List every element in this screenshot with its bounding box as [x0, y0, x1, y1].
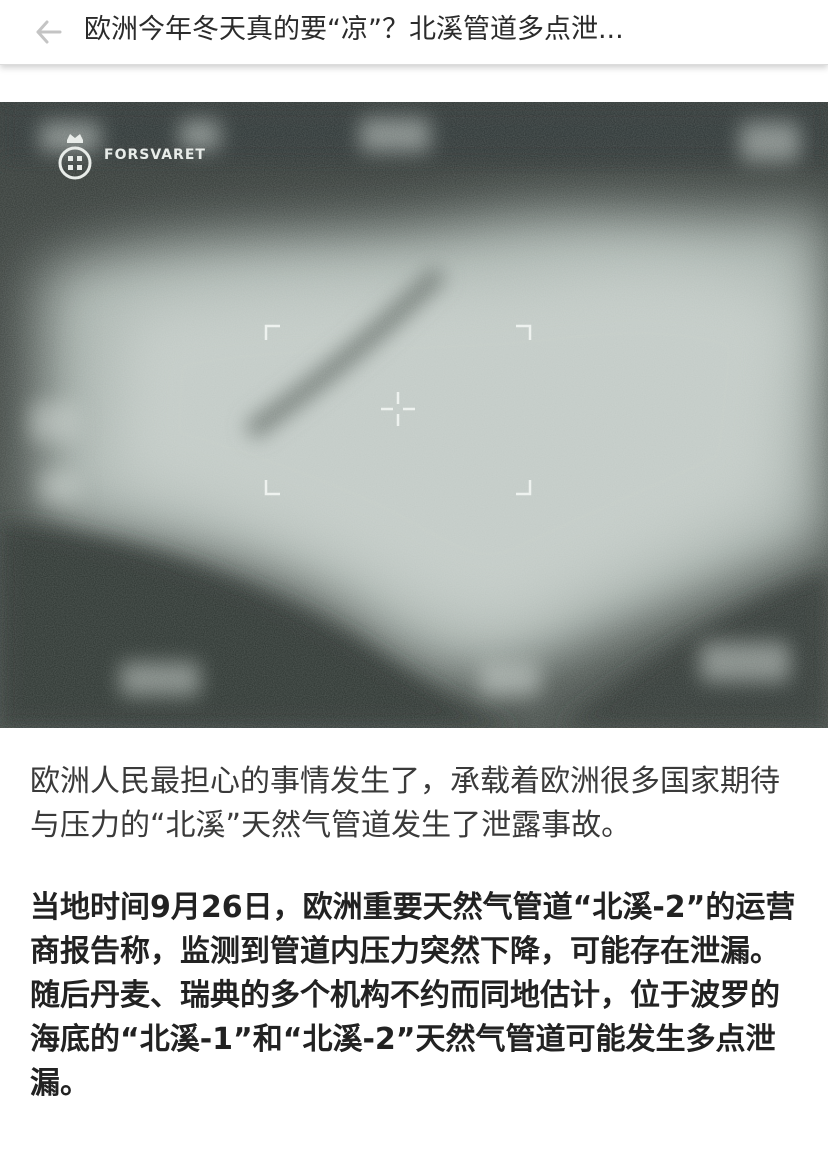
- crown-shield-logo-icon: [58, 134, 92, 180]
- article-paragraph: 欧洲人民最担心的事情发生了，承载着欧洲很多国家期待与压力的“北溪”天然气管道发生…: [30, 764, 780, 843]
- app-bar: 欧洲今年冬天真的要“凉”？北溪管道多点泄...: [0, 0, 828, 65]
- watermark-text: FORSVARET: [104, 147, 206, 163]
- forsvaret-watermark: FORSVARET: [56, 130, 206, 180]
- page-title: 欧洲今年冬天真的要“凉”？北溪管道多点泄...: [84, 14, 624, 45]
- article-body: 欧洲人民最担心的事情发生了，承载着欧洲很多国家期待与压力的“北溪”天然气管道发生…: [30, 760, 800, 1106]
- arrow-left-icon: [36, 20, 62, 44]
- article-hero-image[interactable]: [0, 102, 828, 728]
- article-paragraph-bold: 当地时间9月26日，欧洲重要天然气管道“北溪-2”的运营商报告称，监测到管道内压…: [30, 890, 796, 1101]
- back-button[interactable]: [26, 10, 70, 54]
- sea-surface-photo: [0, 102, 828, 728]
